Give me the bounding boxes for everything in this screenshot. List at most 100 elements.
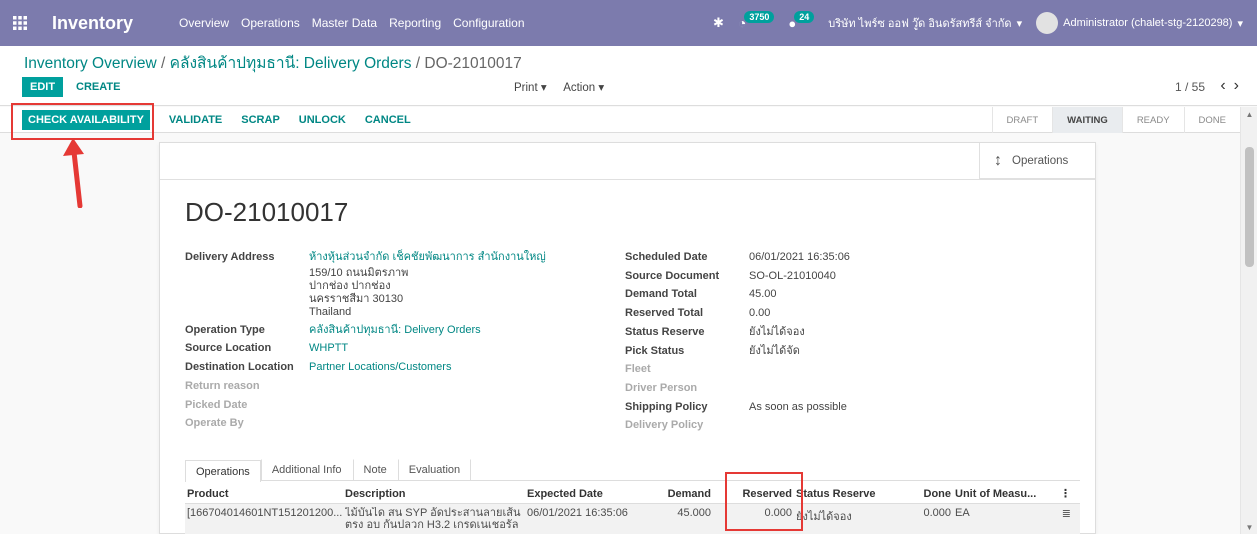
cell-uom: EA	[955, 507, 970, 519]
delivery-address-label: Delivery Address	[185, 251, 275, 263]
operate-by-label: Operate By	[185, 417, 244, 430]
tab-additional-info[interactable]: Additional Info	[260, 459, 353, 480]
record-title: DO-21010017	[185, 197, 349, 227]
column-header-unit-of-measure[interactable]: Unit of Measu...	[951, 488, 1041, 500]
right-field-group: Scheduled Date 06/01/2021 16:35:06 Sourc…	[625, 248, 1045, 435]
pager-value[interactable]: 1 / 55	[1175, 80, 1205, 94]
scroll-down-icon[interactable]: ▼	[1241, 520, 1257, 534]
notebook-tabs: Operations Additional Info Note Evaluati…	[185, 459, 1080, 482]
reserved-total-label: Reserved Total	[625, 307, 704, 320]
source-document-value: SO-OL-21010040	[749, 269, 836, 282]
table-header: Product Description Expected Date Demand…	[185, 484, 1080, 504]
driver-person-label: Driver Person	[625, 381, 698, 394]
tab-evaluation[interactable]: Evaluation	[397, 459, 472, 480]
menu-master-data[interactable]: Master Data	[306, 0, 383, 46]
column-header-expected-date[interactable]: Expected Date	[527, 488, 649, 500]
operation-type-value[interactable]: คลังสินค้าปทุมธานี: Delivery Orders	[309, 321, 481, 340]
tab-operations[interactable]: Operations	[185, 460, 261, 482]
column-header-product[interactable]: Product	[185, 488, 345, 500]
page-scrollbar[interactable]: ▲ ▼	[1240, 107, 1257, 534]
source-document-label: Source Document	[625, 269, 720, 282]
form-sheet: ↕ Operations DO-21010017 Delivery Addres…	[159, 142, 1096, 534]
create-button[interactable]: CREATE	[72, 77, 124, 97]
delivery-policy-label: Delivery Policy	[625, 419, 704, 432]
address-line: ปากช่อง ปากช่อง	[309, 279, 391, 292]
stage-draft[interactable]: DRAFT	[991, 107, 1053, 133]
scrap-button[interactable]: SCRAP	[241, 114, 280, 126]
edit-button[interactable]: EDIT	[22, 77, 64, 97]
column-header-description[interactable]: Description	[345, 488, 527, 500]
pager-previous-icon[interactable]: ‹	[1220, 77, 1233, 94]
print-dropdown[interactable]: Print ▾	[514, 82, 547, 94]
breadcrumb-delivery-orders[interactable]: คลังสินค้าปทุมธานี: Delivery Orders	[170, 55, 412, 72]
table-row[interactable]: [166704014601NT151201200... ไม้บันได สน …	[185, 504, 1080, 534]
user-name: Administrator (chalet-stg-2120298)	[1063, 17, 1233, 29]
top-navbar: Inventory Overview Operations Master Dat…	[0, 0, 1257, 46]
detailed-operations-icon[interactable]: ≣	[1041, 507, 1071, 520]
operations-table: Product Description Expected Date Demand…	[185, 484, 1080, 534]
company-switcher[interactable]: บริษัท ไพร์ซ ออฟ วู๊ด อินดรัสทรีส์ จำกัด…	[828, 14, 1022, 32]
stage-ready[interactable]: READY	[1121, 107, 1184, 133]
stage-waiting[interactable]: WAITING	[1052, 107, 1122, 133]
delivery-address-name[interactable]: ห้างหุ้นส่วนจำกัด เช็คชัยพัฒนาการ สำนักง…	[309, 248, 546, 267]
menu-overview[interactable]: Overview	[173, 0, 235, 46]
destination-location-label: Destination Location	[185, 361, 294, 374]
cancel-button[interactable]: CANCEL	[365, 114, 411, 126]
left-field-group: Delivery Address ห้างหุ้นส่วนจำกัด เช็คช…	[185, 248, 605, 433]
messages-button[interactable]: ● 24	[788, 11, 815, 31]
pager-arrows: ‹›	[1220, 77, 1247, 95]
delivery-address-value: ห้างหุ้นส่วนจำกัด เช็คชัยพัฒนาการ สำนักง…	[309, 248, 546, 319]
stage-bar: DRAFT WAITING READY DONE	[991, 107, 1241, 133]
activity-count-badge: 3750	[744, 11, 775, 23]
annotation-highlight-box	[11, 103, 154, 140]
demand-total-value: 45.00	[749, 288, 777, 301]
breadcrumb-separator: /	[411, 55, 425, 72]
address-line: นครราชสีมา 30130	[309, 292, 404, 305]
app-name[interactable]: Inventory	[52, 13, 133, 34]
control-panel: Inventory Overview / คลังสินค้าปทุมธานี:…	[0, 46, 1257, 106]
column-header-status-reserve[interactable]: Status Reserve	[796, 488, 906, 500]
column-header-demand[interactable]: Demand	[649, 488, 711, 500]
cell-product: [166704014601NT151201200...	[187, 507, 343, 519]
debug-icon[interactable]: ✱	[713, 15, 724, 31]
pager-next-icon[interactable]: ›	[1234, 77, 1247, 94]
scroll-thumb[interactable]	[1245, 147, 1254, 267]
breadcrumb-current: DO-21010017	[424, 55, 522, 72]
menu-operations[interactable]: Operations	[235, 0, 306, 46]
cell-done: 0.000	[923, 507, 951, 519]
pick-status-label: Pick Status	[625, 344, 685, 357]
arrows-vertical-icon: ↕	[994, 151, 1002, 169]
breadcrumb: Inventory Overview / คลังสินค้าปทุมธานี:…	[24, 50, 522, 75]
source-location-value[interactable]: WHPTT	[309, 339, 348, 358]
shipping-policy-value[interactable]: As soon as possible	[749, 398, 847, 417]
destination-location-value[interactable]: Partner Locations/Customers	[309, 358, 451, 377]
user-menu[interactable]: Administrator (chalet-stg-2120298) ▾	[1036, 12, 1243, 34]
validate-button[interactable]: VALIDATE	[169, 114, 222, 126]
breadcrumb-separator: /	[156, 55, 170, 72]
scheduled-date-label: Scheduled Date	[625, 251, 708, 263]
status-bar: CHECK AVAILABILITY VALIDATE SCRAP UNLOCK…	[0, 107, 1240, 133]
operation-type-label: Operation Type	[185, 323, 265, 336]
cell-status-reserve: ยังไม่ได้จอง	[796, 511, 852, 523]
annotation-highlight-box	[725, 472, 803, 531]
address-line: Thailand	[309, 305, 352, 318]
demand-total-label: Demand Total	[625, 288, 697, 301]
action-dropdown[interactable]: Action ▾	[563, 82, 604, 94]
reserved-total-value: 0.00	[749, 307, 771, 320]
apps-menu-icon[interactable]	[0, 0, 40, 46]
operations-smart-button[interactable]: ↕ Operations	[979, 143, 1095, 179]
breadcrumb-inventory-overview[interactable]: Inventory Overview	[24, 55, 157, 72]
activity-button[interactable]: ◔ 3750	[738, 11, 775, 31]
caret-down-icon: ▾	[1237, 17, 1243, 30]
divider	[160, 179, 1095, 180]
tab-note[interactable]: Note	[352, 459, 398, 480]
unlock-button[interactable]: UNLOCK	[299, 114, 346, 126]
stage-done[interactable]: DONE	[1183, 107, 1240, 133]
source-location-label: Source Location	[185, 342, 272, 355]
column-header-done[interactable]: Done	[906, 488, 952, 500]
status-reserve-value: ยังไม่ได้จอง	[749, 325, 805, 338]
optional-columns-icon[interactable]: ⋮	[1041, 487, 1071, 500]
menu-reporting[interactable]: Reporting	[383, 0, 447, 46]
scroll-up-icon[interactable]: ▲	[1241, 107, 1257, 121]
menu-configuration[interactable]: Configuration	[447, 0, 530, 46]
